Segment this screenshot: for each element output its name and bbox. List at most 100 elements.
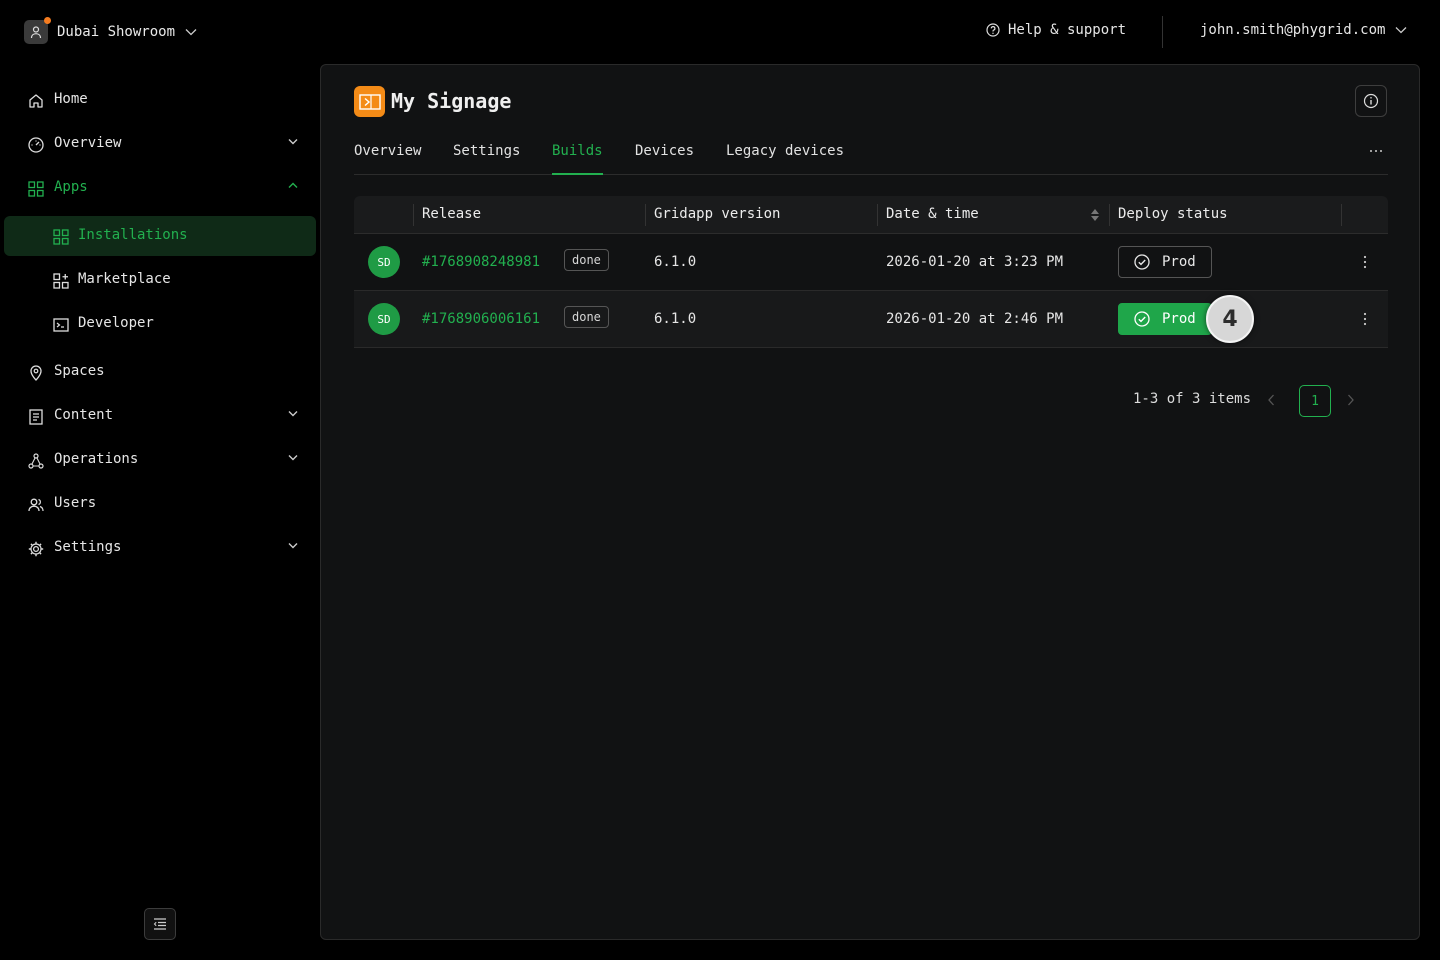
sidebar-item-label: Users [54, 495, 97, 511]
workspace-switcher[interactable]: Dubai Showroom [24, 17, 197, 44]
vertical-ellipsis-icon [1363, 312, 1367, 326]
table-header: Release Gridapp version Date & time Depl… [354, 196, 1388, 234]
page-title: My Signage [391, 89, 512, 113]
column-header-date-time[interactable]: Date & time [886, 206, 979, 222]
chevron-left-icon[interactable] [1267, 393, 1275, 407]
sidebar-item-spaces[interactable]: Spaces [4, 352, 316, 392]
sidebar-item-overview[interactable]: Overview [4, 124, 316, 164]
build-datetime: 2026-01-20 at 3:23 PM [886, 254, 1064, 270]
top-bar: Dubai Showroom Help & support john.smith… [0, 0, 1440, 64]
sidebar-item-label: Spaces [54, 363, 105, 379]
build-datetime: 2026-01-20 at 2:46 PM [886, 311, 1064, 327]
apps-grid-icon [28, 181, 44, 197]
collapse-menu-icon [153, 918, 166, 930]
apps-add-icon [53, 273, 69, 289]
sidebar-item-developer[interactable]: Developer [4, 304, 316, 344]
avatar: SD [368, 303, 400, 335]
avatar: SD [368, 246, 400, 278]
chevron-down-icon [185, 29, 197, 36]
column-header-gridapp-version: Gridapp version [654, 206, 781, 222]
check-circle-icon [1134, 254, 1150, 270]
tab-legacy-devices[interactable]: Legacy devices [726, 143, 844, 175]
column-divider [413, 204, 414, 226]
workspace-name: Dubai Showroom [57, 24, 176, 40]
sidebar-item-label: Marketplace [78, 271, 171, 287]
gridapp-version: 6.1.0 [654, 254, 697, 270]
status-badge: done [564, 306, 609, 328]
deploy-label: Prod [1162, 311, 1196, 327]
help-label: Help & support [1008, 22, 1127, 38]
terminal-icon [53, 318, 69, 332]
row-actions-button[interactable] [1354, 307, 1376, 331]
deploy-label: Prod [1162, 254, 1196, 270]
tab-devices[interactable]: Devices [635, 143, 694, 175]
tab-settings[interactable]: Settings [453, 143, 520, 175]
column-header-deploy-status: Deploy status [1118, 206, 1228, 222]
notification-dot [44, 17, 51, 24]
location-pin-icon [30, 365, 42, 381]
chevron-down-icon [288, 139, 298, 145]
column-divider [1341, 204, 1342, 226]
sort-icon[interactable] [1090, 208, 1100, 222]
network-icon [28, 453, 44, 469]
document-list-icon [29, 409, 43, 425]
column-divider [645, 204, 646, 226]
workspace-avatar [24, 17, 51, 44]
user-icon [30, 26, 42, 39]
step-marker: 4 [1206, 295, 1254, 343]
apps-grid-icon [53, 229, 69, 245]
chevron-right-icon[interactable] [1347, 393, 1355, 407]
status-badge: done [564, 249, 609, 271]
users-icon [28, 498, 44, 512]
sidebar-item-marketplace[interactable]: Marketplace [4, 260, 316, 300]
column-divider [1109, 204, 1110, 226]
row-actions-button[interactable] [1354, 250, 1376, 274]
release-link[interactable]: #1768908248981 [422, 254, 540, 270]
more-tabs-button[interactable] [1364, 139, 1388, 163]
sidebar-item-label: Overview [54, 135, 122, 151]
chevron-down-icon [288, 455, 298, 461]
pagination: 1-3 of 3 items 1 [1133, 385, 1363, 417]
chevron-down-icon [288, 411, 298, 417]
sidebar-item-label: Home [54, 91, 88, 107]
deploy-prod-button[interactable]: Prod [1118, 246, 1212, 278]
tab-overview[interactable]: Overview [354, 143, 421, 175]
user-menu[interactable]: john.smith@phygrid.com [1200, 22, 1407, 38]
sidebar-item-home[interactable]: Home [4, 80, 316, 120]
tab-builds[interactable]: Builds [552, 143, 603, 175]
sidebar-item-settings[interactable]: Settings [4, 528, 316, 568]
sidebar-item-apps[interactable]: Apps [4, 168, 316, 208]
home-icon [29, 94, 43, 108]
sidebar-item-label: Content [54, 407, 114, 423]
help-circle-icon [986, 23, 1000, 37]
sidebar-item-label: Apps [54, 179, 88, 195]
chevron-down-icon [1395, 27, 1407, 34]
signage-icon [358, 93, 381, 110]
ellipsis-icon [1370, 150, 1382, 152]
gear-icon [28, 541, 44, 557]
column-divider [877, 204, 878, 226]
main-panel: My Signage Overview Settings Builds Devi… [320, 64, 1420, 940]
column-header-release: Release [422, 206, 482, 222]
sidebar-item-users[interactable]: Users [4, 484, 316, 524]
sidebar-item-label: Operations [54, 451, 139, 467]
table-row: SD #1768906006161 done 6.1.0 2026-01-20 … [354, 291, 1388, 348]
builds-table: Release Gridapp version Date & time Depl… [354, 196, 1388, 348]
sidebar-item-content[interactable]: Content [4, 396, 316, 436]
tab-bar: Overview Settings Builds Devices Legacy … [354, 137, 1388, 175]
chevron-up-icon [288, 182, 298, 188]
check-circle-icon [1134, 311, 1150, 327]
info-button[interactable] [1355, 85, 1387, 117]
sidebar-item-label: Developer [78, 315, 154, 331]
table-row: SD #1768908248981 done 6.1.0 2026-01-20 … [354, 234, 1388, 291]
collapse-sidebar-button[interactable] [144, 908, 176, 940]
release-link[interactable]: #1768906006161 [422, 311, 540, 327]
help-support-link[interactable]: Help & support [986, 22, 1126, 38]
page-button[interactable]: 1 [1299, 385, 1331, 417]
sidebar-item-label: Installations [78, 227, 188, 243]
sidebar-item-installations[interactable]: Installations [4, 216, 316, 256]
sidebar-item-label: Settings [54, 539, 122, 555]
deploy-prod-button[interactable]: Prod [1118, 303, 1212, 335]
sidebar-item-operations[interactable]: Operations [4, 440, 316, 480]
info-icon [1363, 93, 1379, 109]
